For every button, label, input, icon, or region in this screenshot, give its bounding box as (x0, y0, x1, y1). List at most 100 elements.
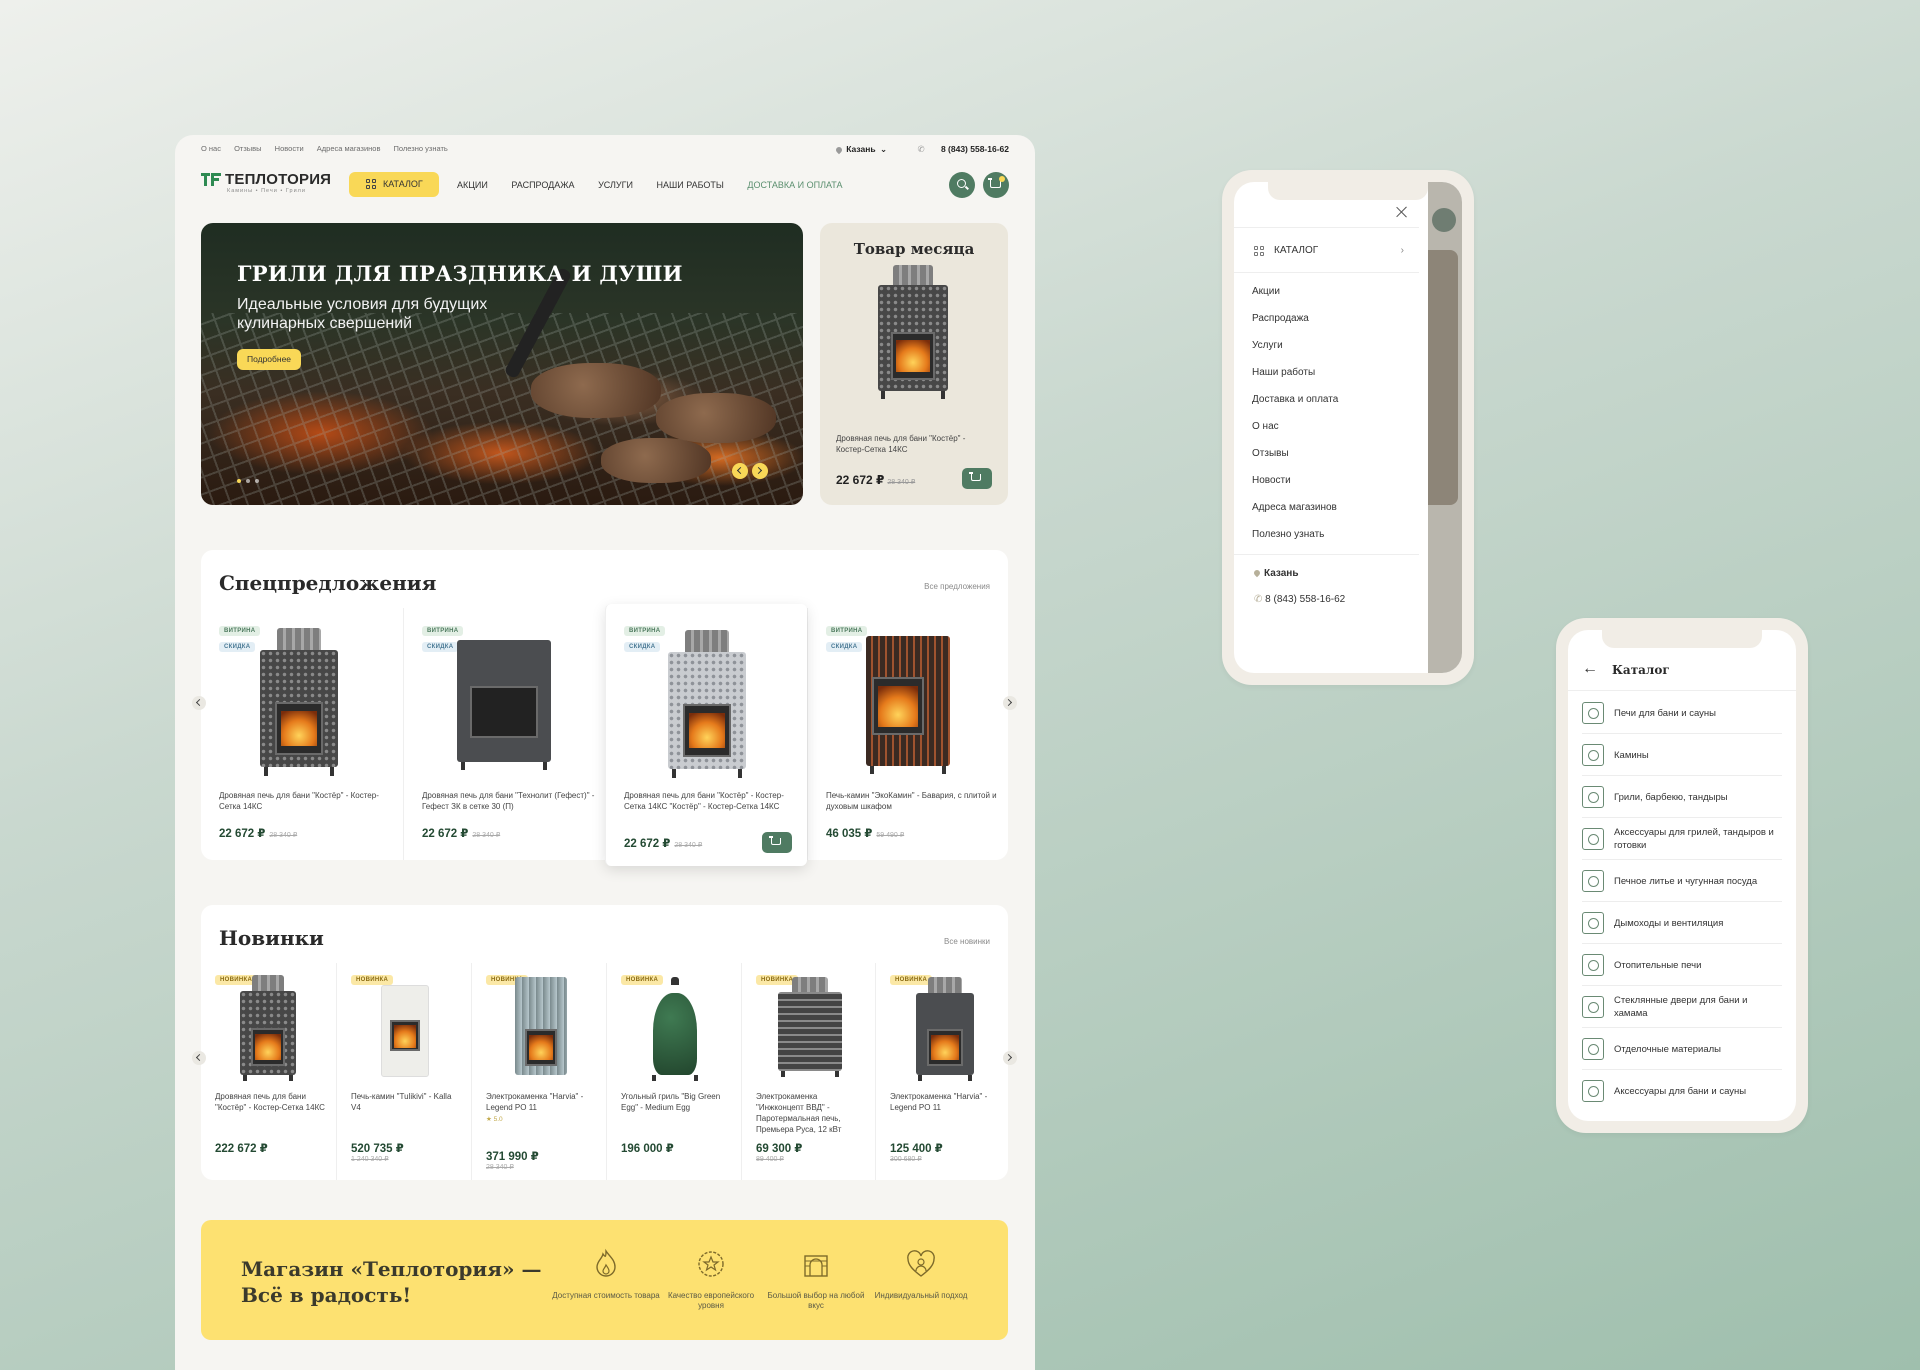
pagination-dot[interactable] (246, 479, 250, 483)
promo-title-line: Магазин «Теплотория» — (241, 1257, 542, 1281)
cart-icon (769, 836, 781, 845)
product-name: Электрокаменка "Harvia" - Legend PO 11 (890, 1092, 988, 1112)
menu-item[interactable]: Полезно узнать (1252, 521, 1402, 548)
cart-button[interactable] (983, 172, 1009, 198)
catalog-item[interactable]: Аксессуары для грилей, тандыров и готовк… (1582, 818, 1782, 860)
product-card[interactable]: НОВИНКА Дровяная печь для бани "Костёр" … (201, 963, 336, 1180)
catalog-item[interactable]: Печное литье и чугунная посуда (1582, 860, 1782, 902)
carousel-prev-button[interactable] (192, 696, 206, 710)
product-card[interactable]: НОВИНКА Угольный гриль "Big Green Egg" -… (606, 963, 741, 1180)
menu-item[interactable]: Акции (1252, 278, 1402, 305)
mobile-catalog-phone: ← Каталог Печи для бани и сауны Камины Г… (1556, 618, 1808, 1133)
add-to-cart-button[interactable] (962, 468, 992, 489)
pagination-dot[interactable] (255, 479, 259, 483)
menu-item[interactable]: Доставка и оплата (1252, 386, 1402, 413)
catalog-item[interactable]: Аксессуары для бани и сауны (1582, 1070, 1782, 1112)
hero-next-button[interactable] (752, 463, 768, 479)
product-card[interactable]: НОВИНКА Электрокаменка "Инжконцепт ВВД" … (741, 963, 875, 1180)
search-icon (957, 179, 966, 188)
product-name[interactable]: Дровяная печь для бани "Костёр" - Костер… (836, 433, 986, 455)
catalog-item-label: Грили, барбекю, тандыры (1614, 791, 1728, 803)
product-image (448, 640, 560, 770)
desktop-page: О нас Отзывы Новости Адреса магазинов По… (175, 135, 1035, 1370)
catalog-item[interactable]: Камины (1582, 734, 1782, 776)
menu-item[interactable]: Услуги (1252, 332, 1402, 359)
nav-promotions[interactable]: АКЦИИ (457, 180, 488, 190)
all-new-link[interactable]: Все новинки (944, 937, 990, 946)
product-card[interactable]: ВИТРИНА СКИДКА Дровяная печь для бани "Т… (403, 608, 605, 860)
catalog-item-label: Печное литье и чугунная посуда (1614, 875, 1758, 887)
fireplace-icon (1582, 744, 1604, 766)
location-pin-icon (1252, 569, 1262, 578)
catalog-button[interactable]: КАТАЛОГ (349, 172, 439, 197)
nav-delivery[interactable]: ДОСТАВКА И ОПЛАТА (747, 180, 842, 190)
product-card[interactable]: НОВИНКА Электрокаменка "Harvia" - Legend… (875, 963, 1008, 1180)
badge-discount: СКИДКА (624, 642, 661, 652)
divider (1234, 272, 1419, 273)
chimney-icon (1582, 912, 1604, 934)
carousel-next-button[interactable] (1003, 696, 1017, 710)
mobile-catalog-screen: ← Каталог Печи для бани и сауны Камины Г… (1568, 630, 1796, 1121)
glass-door-icon (1582, 996, 1604, 1018)
menu-item[interactable]: Распродажа (1252, 305, 1402, 332)
logo[interactable]: ТЕПЛОТОРИЯ Камины • Печи • Грили (201, 171, 333, 198)
catalog-item-label: Камины (1614, 749, 1649, 761)
product-card[interactable]: НОВИНКА Электрокаменка "Harvia" - Legend… (471, 963, 606, 1180)
price-old: 300 680 ₽ (890, 1156, 922, 1163)
catalog-item[interactable]: Отопительные печи (1582, 944, 1782, 986)
menu-item[interactable]: Адреса магазинов (1252, 494, 1402, 521)
menu-catalog-item[interactable]: КАТАЛОГ › (1254, 237, 1404, 265)
promo-title: Магазин «Теплотория» — Всё в радость! (241, 1256, 542, 1308)
catalog-item[interactable]: Отделочные материалы (1582, 1028, 1782, 1070)
hero-more-button[interactable]: Подробнее (237, 349, 301, 370)
carousel-prev-button[interactable] (192, 1051, 206, 1065)
top-link-about[interactable]: О нас (201, 144, 221, 153)
divider (1568, 690, 1796, 691)
hero-prev-button[interactable] (732, 463, 748, 479)
mobile-city[interactable]: Казань (1252, 568, 1299, 579)
add-to-cart-button[interactable] (762, 832, 792, 853)
nav-services[interactable]: УСЛУГИ (598, 180, 633, 190)
catalog-item[interactable]: Стеклянные двери для бани и хамама (1582, 986, 1782, 1028)
nav-sale[interactable]: РАСПРОДАЖА (511, 180, 574, 190)
page-overlay[interactable] (1428, 182, 1462, 673)
close-icon[interactable] (1396, 206, 1408, 218)
menu-item[interactable]: Наши работы (1252, 359, 1402, 386)
feature-text: Качество европейского уровня (667, 1291, 755, 1310)
feature-text: Большой выбор на любой вкус (767, 1291, 865, 1310)
all-offers-link[interactable]: Все предложения (924, 582, 990, 591)
catalog-item[interactable]: Грили, барбекю, тандыры (1582, 776, 1782, 818)
mobile-phone[interactable]: ✆ 8 (843) 558-16-62 (1254, 594, 1345, 605)
hero-arrows (728, 463, 768, 484)
menu-item[interactable]: Новости (1252, 467, 1402, 494)
back-arrow-icon[interactable]: ← (1582, 660, 1598, 678)
nav-our-works[interactable]: НАШИ РАБОТЫ (656, 180, 723, 190)
top-link-stores[interactable]: Адреса магазинов (317, 144, 381, 153)
top-link-reviews[interactable]: Отзывы (234, 144, 261, 153)
catalog-title: Каталог (1612, 663, 1670, 677)
hero-banner[interactable]: ГРИЛИ ДЛЯ ПРАЗДНИКА И ДУШИ Идеальные усл… (201, 223, 803, 505)
menu-item[interactable]: Отзывы (1252, 440, 1402, 467)
top-bar: О нас Отзывы Новости Адреса магазинов По… (201, 144, 1009, 158)
logo-mark-icon (201, 173, 221, 187)
product-image[interactable] (871, 265, 955, 399)
top-phone[interactable]: ✆ 8 (843) 558-16-62 (903, 144, 1009, 154)
grill-icon (1582, 786, 1604, 808)
search-button[interactable] (949, 172, 975, 198)
city-selector[interactable]: Казань ⌄ (835, 144, 887, 154)
phone-number: 8 (843) 558-16-62 (1265, 594, 1346, 605)
catalog-item-label: Печи для бани и сауны (1614, 707, 1716, 719)
top-link-news[interactable]: Новости (275, 144, 304, 153)
product-card[interactable]: ВИТРИНА СКИДКА Дровяная печь для бани "К… (201, 608, 403, 860)
catalog-item-label: Отделочные материалы (1614, 1043, 1721, 1055)
carousel-next-button[interactable] (1003, 1051, 1017, 1065)
menu-item[interactable]: О нас (1252, 413, 1402, 440)
product-name: Дровяная печь для бани "Технолит (Гефест… (422, 791, 595, 811)
product-card[interactable]: НОВИНКА Печь-камин "Tulikivi" - Kalla V4… (336, 963, 471, 1180)
top-link-useful[interactable]: Полезно узнать (394, 144, 448, 153)
catalog-item[interactable]: Дымоходы и вентиляция (1582, 902, 1782, 944)
pagination-dot[interactable] (237, 479, 241, 483)
catalog-item[interactable]: Печи для бани и сауны (1582, 692, 1782, 734)
product-card[interactable]: ВИТРИНА СКИДКА Печь-камин "ЭкоКамин" - Б… (807, 608, 1008, 860)
product-card-hovered[interactable]: ВИТРИНА СКИДКА Дровяная печь для бани "К… (605, 604, 807, 866)
